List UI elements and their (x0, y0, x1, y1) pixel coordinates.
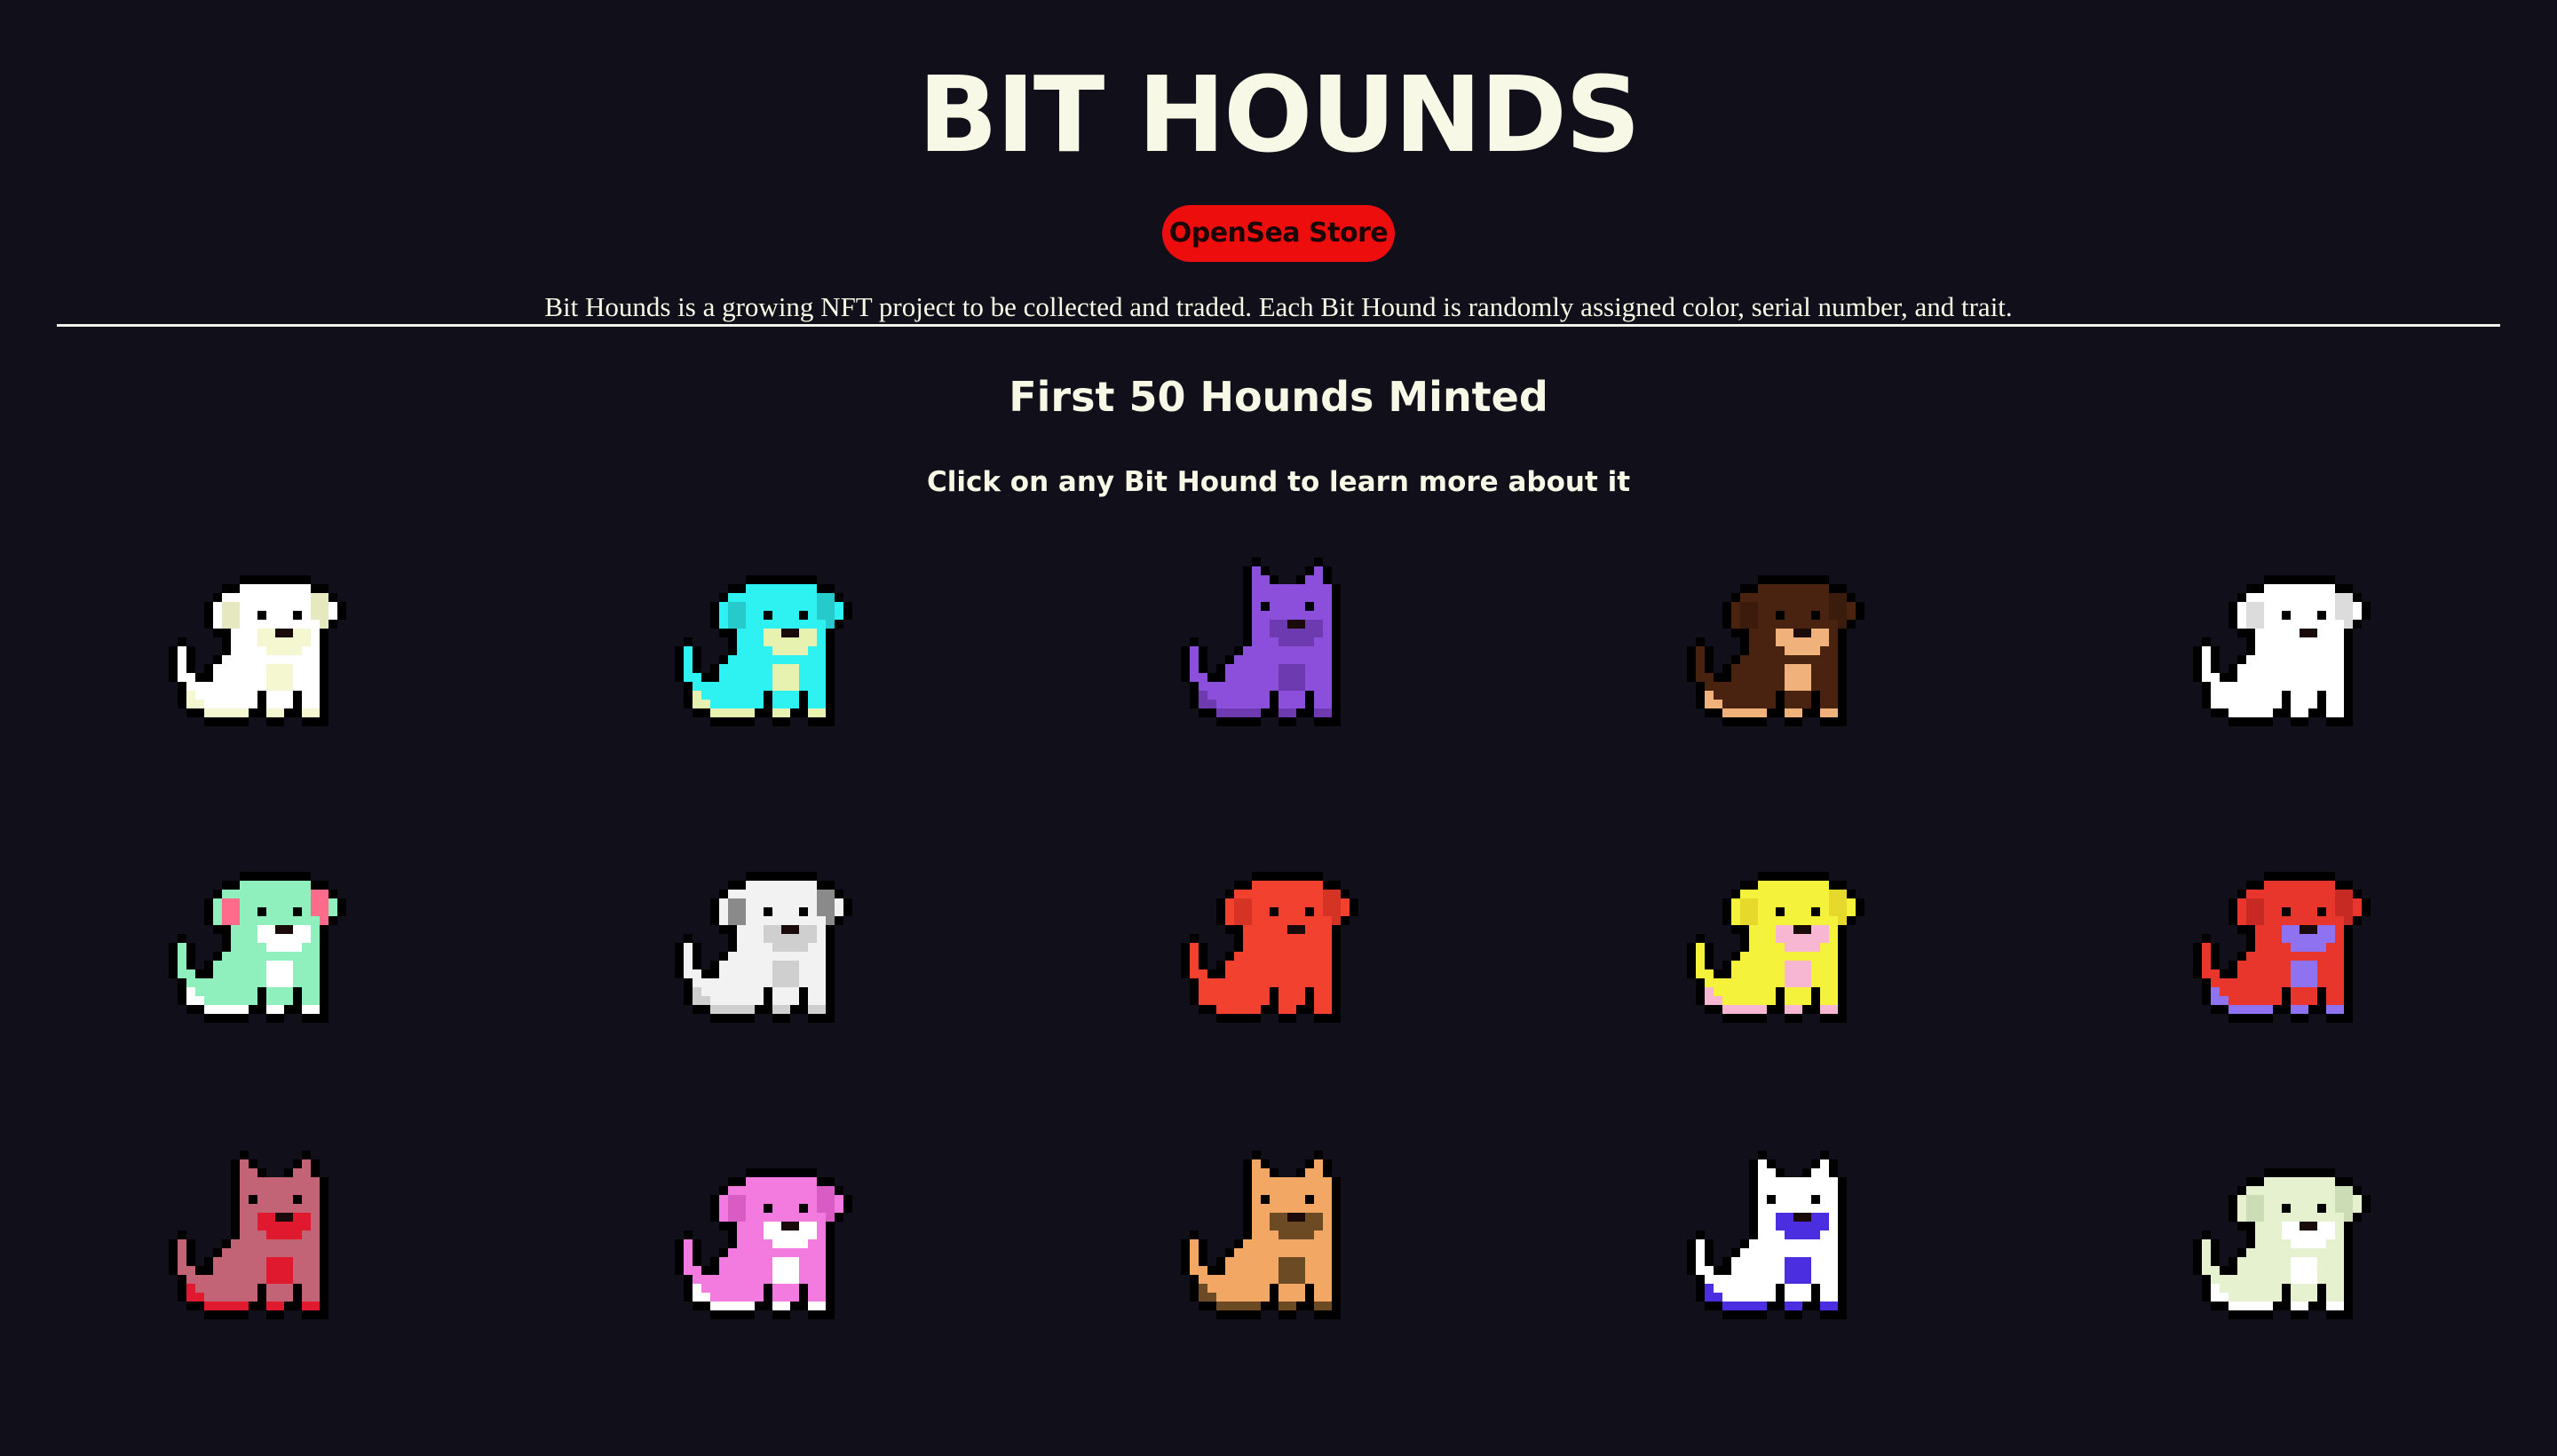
hound-pixel-icon (1181, 1151, 1341, 1319)
hound-pixel-icon (2193, 575, 2371, 726)
hound-pixel-icon (675, 1168, 852, 1319)
hound-card[interactable] (169, 1151, 346, 1328)
hound-card[interactable] (169, 558, 346, 735)
hound-card[interactable] (2193, 558, 2371, 735)
hound-card[interactable] (1181, 1151, 1358, 1328)
hound-grid (0, 0, 2557, 1456)
hound-pixel-icon (2193, 872, 2371, 1023)
hound-card[interactable] (2193, 1151, 2371, 1328)
hound-card[interactable] (1181, 854, 1358, 1032)
hound-pixel-icon (169, 1151, 329, 1319)
hound-pixel-icon (675, 575, 852, 726)
hound-pixel-icon (1687, 872, 1864, 1023)
hound-pixel-icon (169, 575, 346, 726)
hound-pixel-icon (2193, 1168, 2371, 1319)
hound-pixel-icon (1687, 1151, 1847, 1319)
hound-card[interactable] (2193, 854, 2371, 1032)
hound-card[interactable] (169, 854, 346, 1032)
hound-card[interactable] (675, 1151, 852, 1328)
hound-pixel-icon (1687, 575, 1864, 726)
hound-pixel-icon (1181, 872, 1358, 1023)
hound-card[interactable] (1687, 1151, 1864, 1328)
hound-card[interactable] (1687, 558, 1864, 735)
hound-pixel-icon (675, 872, 852, 1023)
hound-card[interactable] (675, 558, 852, 735)
hound-card[interactable] (1181, 558, 1358, 735)
hound-pixel-icon (1181, 558, 1341, 726)
hound-pixel-icon (169, 872, 346, 1023)
hound-card[interactable] (1687, 854, 1864, 1032)
hound-card[interactable] (675, 854, 852, 1032)
